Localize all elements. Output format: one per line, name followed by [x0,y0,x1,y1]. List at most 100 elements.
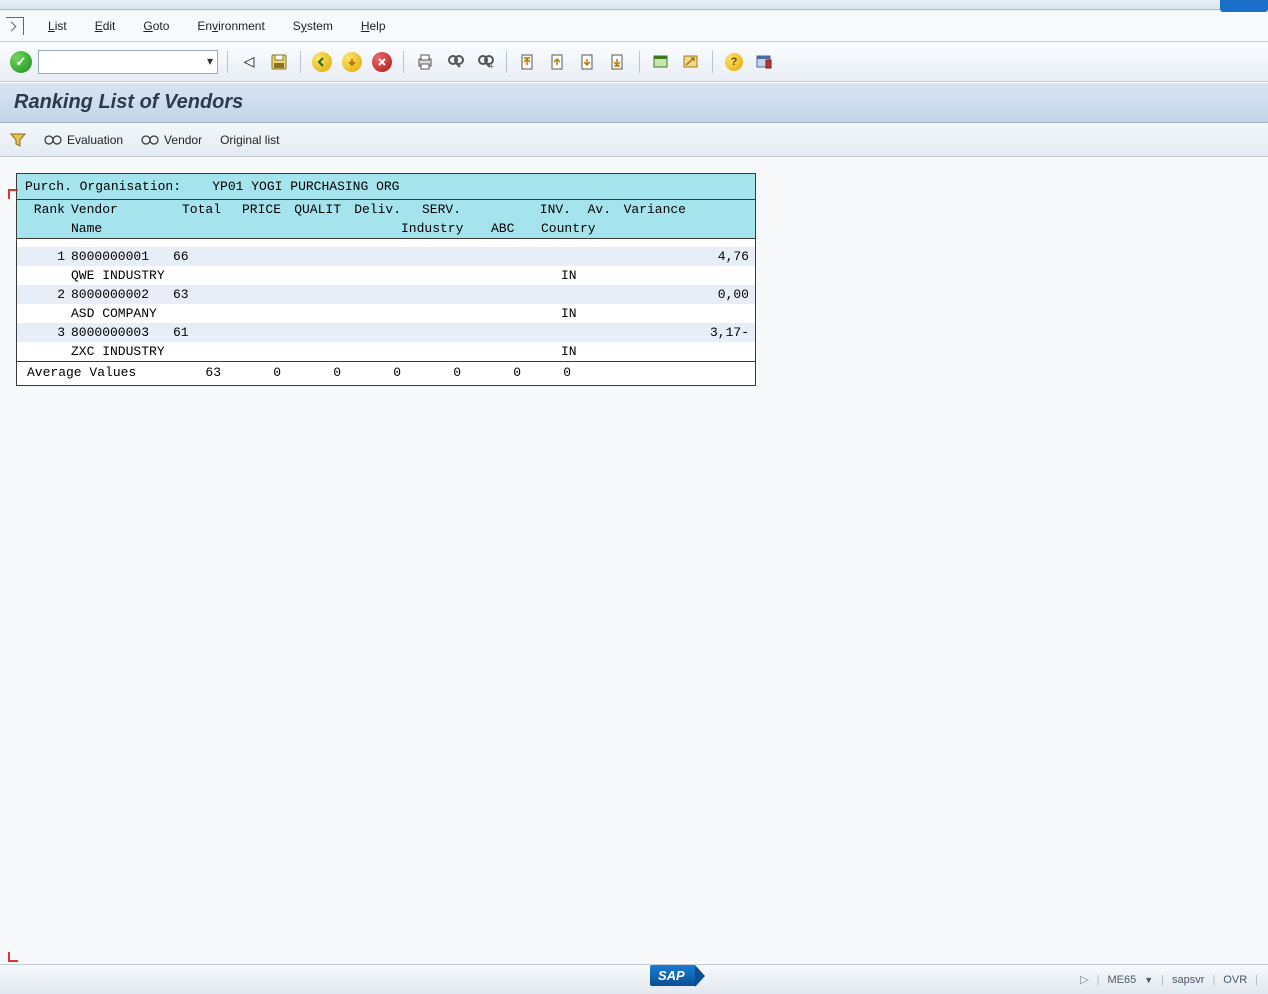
col-variance: Variance [611,202,686,217]
find-icon[interactable] [443,50,467,74]
toolbar-separator [300,51,301,73]
avg-total: 63 [171,365,221,380]
org-label: Purch. Organisation: [25,179,181,194]
layout-icon[interactable] [752,50,776,74]
print-icon[interactable] [413,50,437,74]
filter-icon [10,132,26,148]
menu-bar: List Edit Goto Environment System Help [0,10,1268,42]
table-row[interactable]: 3 8000000003 61 3,17- [17,323,755,342]
window-close-button[interactable] [1220,0,1268,12]
cell-vendor: 8000000003 [71,325,171,340]
selection-corner-icon [8,189,18,199]
col-blank [461,202,521,217]
shortcut-icon[interactable] [679,50,703,74]
menu-help[interactable]: Help [347,15,400,37]
toolbar-separator [403,51,404,73]
status-server: sapsvr [1172,974,1204,986]
report-box: Purch. Organisation: YP01 YOGI PURCHASIN… [16,173,756,386]
glasses-icon [44,134,62,146]
help-icon[interactable]: ? [722,50,746,74]
back-icon[interactable]: ◁ [237,50,261,74]
application-toolbar: Evaluation Vendor Original list [0,123,1268,157]
toolbar-separator [639,51,640,73]
cell-name: ASD COMPANY [71,306,431,321]
col-deliv: Deliv. [341,202,401,217]
vendor-label: Vendor [164,133,202,147]
command-field[interactable] [38,50,218,74]
avg-label: Average Values [23,365,171,380]
col-inv: INV. [521,202,571,217]
avg-serv: 0 [401,365,461,380]
vendor-button[interactable]: Vendor [141,133,202,147]
table-row-name[interactable]: QWE INDUSTRY IN [17,266,755,285]
prev-page-icon[interactable] [546,50,570,74]
table-row[interactable]: 1 8000000001 66 4,76 [17,247,755,266]
status-tcode[interactable]: ME65 [1108,974,1137,986]
enter-icon[interactable]: ✓ [10,51,32,73]
evaluation-button[interactable]: Evaluation [44,133,123,147]
menu-list[interactable]: List [34,15,81,37]
col-country: Country [541,221,596,236]
col-industry: Industry [401,221,491,236]
col-vendor: Vendor [71,202,171,217]
cell-variance: 3,17- [674,325,749,340]
cell-rank: 1 [23,249,71,264]
save-icon[interactable] [267,50,291,74]
menu-edit[interactable]: Edit [81,15,130,37]
cell-country: IN [561,268,577,283]
find-next-icon[interactable]: + [473,50,497,74]
average-row: Average Values 63 0 0 0 0 0 0 [17,362,755,385]
create-session-icon[interactable] [649,50,673,74]
cell-total: 66 [171,249,221,264]
cancel-icon[interactable] [370,50,394,74]
cell-total: 63 [171,287,221,302]
org-value: YP01 YOGI PURCHASING ORG [212,179,399,194]
avg-blank: 0 [461,365,521,380]
sap-logo: SAP [650,965,695,986]
menu-system-icon[interactable] [6,17,24,35]
status-bar: SAP ▷ | ME65 ▼ | sapsvr | OVR | [0,964,1268,994]
page-title: Ranking List of Vendors [14,91,1254,114]
col-total: Total [171,202,221,217]
cell-country: IN [561,344,577,359]
exit-icon[interactable] [340,50,364,74]
col-abc: ABC [491,221,541,236]
col-rank: Rank [23,202,71,217]
selection-corner-icon [8,952,18,962]
cell-variance: 4,76 [674,249,749,264]
avg-price: 0 [221,365,281,380]
column-header: Rank Vendor Total PRICE QUALIT Deliv. SE… [17,200,755,239]
avg-deliv: 0 [341,365,401,380]
toolbar-separator [227,51,228,73]
cell-country: IN [561,306,577,321]
col-name: Name [71,221,171,236]
cell-vendor: 8000000001 [71,249,171,264]
evaluation-label: Evaluation [67,133,123,147]
col-av: Av. [571,202,611,217]
last-page-icon[interactable] [606,50,630,74]
svg-text:+: + [489,62,494,71]
table-row-name[interactable]: ZXC INDUSTRY IN [17,342,755,361]
cell-variance: 0,00 [674,287,749,302]
status-arrow-icon[interactable]: ▷ [1080,973,1088,986]
standard-toolbar: ✓ ◁ + ? [0,42,1268,82]
menu-environment[interactable]: Environment [183,15,278,37]
title-bar: Ranking List of Vendors [0,82,1268,123]
table-row[interactable]: 2 8000000002 63 0,00 [17,285,755,304]
original-list-label: Original list [220,133,279,147]
cell-name: QWE INDUSTRY [71,268,431,283]
menu-goto[interactable]: Goto [129,15,183,37]
col-qualit: QUALIT [281,202,341,217]
col-serv: SERV. [401,202,461,217]
menu-system[interactable]: System [279,15,347,37]
filter-button[interactable] [10,132,26,148]
glasses-icon [141,134,159,146]
avg-inv: 0 [521,365,571,380]
cell-name: ZXC INDUSTRY [71,344,431,359]
report-org-header: Purch. Organisation: YP01 YOGI PURCHASIN… [17,174,755,200]
back-button-icon[interactable] [310,50,334,74]
original-list-button[interactable]: Original list [220,133,279,147]
table-row-name[interactable]: ASD COMPANY IN [17,304,755,323]
next-page-icon[interactable] [576,50,600,74]
first-page-icon[interactable] [516,50,540,74]
